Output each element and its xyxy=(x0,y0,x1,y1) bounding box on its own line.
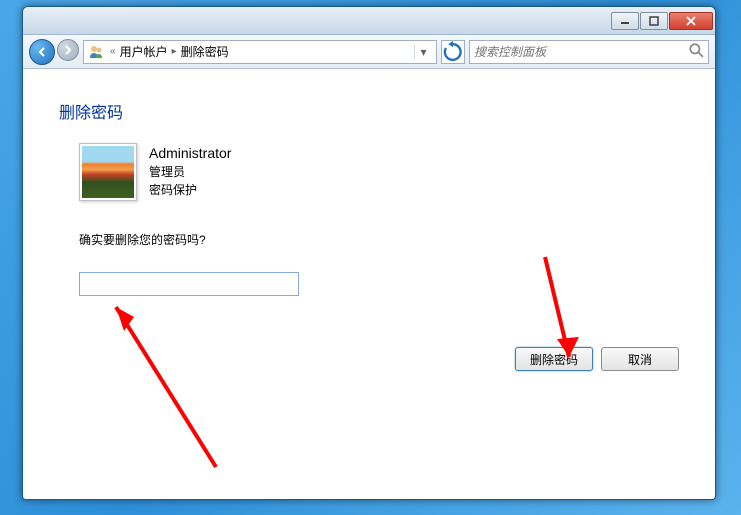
breadcrumb-root-sep: « xyxy=(110,46,116,57)
address-dropdown[interactable]: ▾ xyxy=(414,45,432,59)
close-icon xyxy=(686,16,696,26)
search-input[interactable] xyxy=(474,45,688,59)
avatar xyxy=(79,143,137,201)
navigation-bar: « 用户帐户 ▸ 删除密码 ▾ xyxy=(23,35,715,69)
chevron-right-icon: ▸ xyxy=(172,46,177,57)
arrow-right-icon xyxy=(62,44,74,56)
refresh-button[interactable] xyxy=(441,40,465,64)
user-info-block: Administrator 管理员 密码保护 xyxy=(79,143,679,201)
minimize-button[interactable] xyxy=(611,12,639,30)
user-accounts-icon xyxy=(88,44,104,60)
nav-back-button[interactable] xyxy=(29,39,55,65)
user-name: Administrator xyxy=(149,145,231,161)
titlebar xyxy=(23,7,715,35)
control-panel-window: « 用户帐户 ▸ 删除密码 ▾ 删除密码 Administrator 管理员 xyxy=(22,6,716,500)
avatar-flower-icon xyxy=(82,146,134,198)
search-box[interactable] xyxy=(469,40,709,64)
cancel-button[interactable]: 取消 xyxy=(601,347,679,371)
annotation-arrow-1 xyxy=(76,287,236,487)
nav-forward-button[interactable] xyxy=(57,39,79,61)
refresh-icon xyxy=(442,41,464,63)
close-button[interactable] xyxy=(669,12,713,30)
password-input[interactable] xyxy=(79,272,299,296)
page-title: 删除密码 xyxy=(59,99,679,123)
user-info-text: Administrator 管理员 密码保护 xyxy=(149,143,231,201)
arrow-left-icon xyxy=(36,46,48,58)
confirmation-prompt: 确实要删除您的密码吗? xyxy=(79,231,679,248)
maximize-icon xyxy=(649,16,659,26)
user-role: 管理员 xyxy=(149,163,231,180)
action-buttons: 删除密码 取消 xyxy=(515,347,679,371)
breadcrumb-item-1[interactable]: 用户帐户 xyxy=(120,43,168,60)
minimize-icon xyxy=(620,16,630,26)
user-password-status: 密码保护 xyxy=(149,181,231,198)
delete-password-button[interactable]: 删除密码 xyxy=(515,347,593,371)
address-bar[interactable]: « 用户帐户 ▸ 删除密码 ▾ xyxy=(83,40,437,64)
nav-arrows xyxy=(29,39,79,65)
breadcrumb-item-2[interactable]: 删除密码 xyxy=(181,43,229,60)
content-area: 删除密码 Administrator 管理员 密码保护 确实要删除您的密码吗? … xyxy=(23,69,715,499)
search-icon xyxy=(688,42,704,61)
breadcrumb: « 用户帐户 ▸ 删除密码 xyxy=(110,43,408,60)
maximize-button[interactable] xyxy=(640,12,668,30)
